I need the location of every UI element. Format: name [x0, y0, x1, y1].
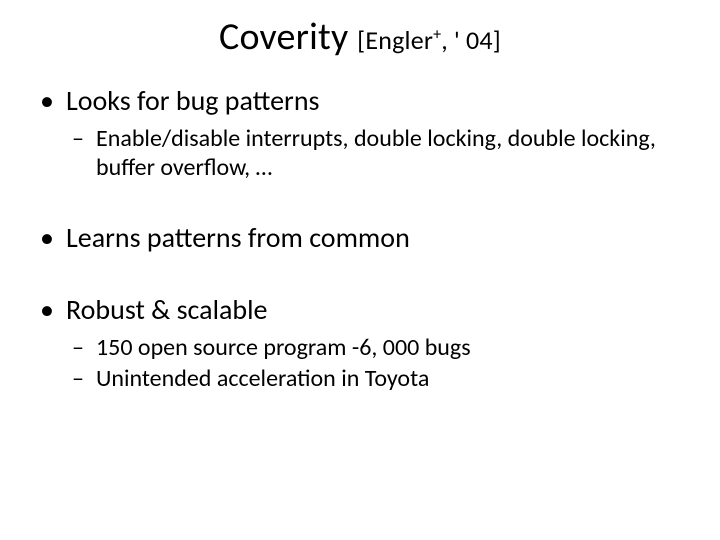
bullet-text: Unintended acceleration in Toyota [96, 364, 429, 393]
list-item: Learns patterns from common [34, 221, 686, 255]
slide-body: Looks for bug patterns Enable/disable in… [0, 70, 720, 394]
bullet-list-level2: 150 open source program -6, 000 bugs Uni… [66, 333, 686, 394]
title-main: Coverity [219, 14, 348, 60]
bullet-text: Robust & scalable [66, 292, 267, 327]
bullet-list-level1: Looks for bug patterns Enable/disable in… [34, 84, 686, 394]
bullet-text: Enable/disable interrupts, double lockin… [96, 124, 656, 182]
title-citation: [Engler+, ' 04] [357, 24, 501, 56]
list-item: Unintended acceleration in Toyota [66, 364, 686, 393]
slide-title: Coverity [Engler+, ' 04] [0, 0, 720, 70]
list-item: Looks for bug patterns Enable/disable in… [34, 84, 686, 183]
list-item: Enable/disable interrupts, double lockin… [66, 124, 686, 183]
list-item: Robust & scalable 150 open source progra… [34, 293, 686, 394]
bullet-text: 150 open source program -6, 000 bugs [96, 333, 471, 362]
list-item: 150 open source program -6, 000 bugs [66, 333, 686, 362]
bullet-list-level2: Enable/disable interrupts, double lockin… [66, 124, 686, 183]
bullet-text: Learns patterns from common [66, 220, 410, 255]
bullet-text: Looks for bug patterns [66, 83, 319, 118]
